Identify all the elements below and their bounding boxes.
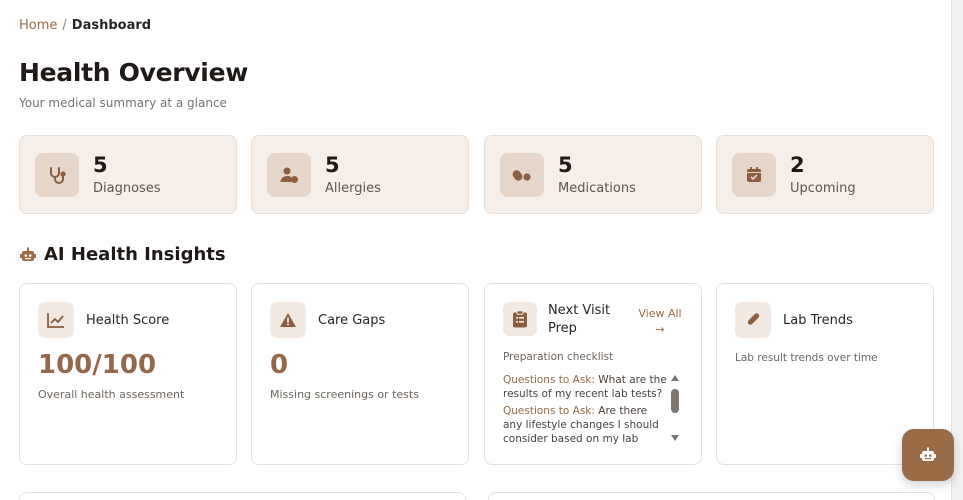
scroll-up-arrow-icon[interactable]	[671, 375, 679, 381]
stat-value: 2	[790, 153, 805, 177]
card-description: Missing screenings or tests	[270, 388, 419, 401]
stat-value: 5	[325, 153, 340, 177]
item-label: Questions to Ask:	[503, 405, 595, 417]
care-gaps-value: 0	[270, 350, 289, 380]
breadcrumb-separator: /	[62, 18, 67, 33]
chart-line-icon	[38, 302, 74, 338]
test-tube-icon	[735, 302, 771, 338]
robot-icon	[20, 247, 36, 261]
stat-label: Allergies	[325, 181, 381, 196]
card-description: Overall health assessment	[38, 388, 185, 401]
card-title: Health Score	[86, 313, 170, 328]
next-visit-prep-card: Next Visit Prep View All → Preparation c…	[484, 283, 702, 465]
stat-value: 5	[558, 153, 573, 177]
robot-icon	[920, 447, 936, 461]
pills-icon	[500, 153, 544, 197]
stat-label: Diagnoses	[93, 181, 161, 196]
care-gaps-card[interactable]: Care Gaps 0 Missing screenings or tests	[251, 283, 469, 465]
page-subtitle: Your medical summary at a glance	[19, 96, 227, 110]
clipboard-list-icon	[503, 302, 537, 336]
card-subtitle: Preparation checklist	[503, 351, 614, 363]
bottom-card-left	[19, 492, 466, 500]
item-label: Questions to Ask:	[503, 374, 595, 386]
stat-card-medications[interactable]: 5 Medications	[484, 135, 702, 214]
view-all-link[interactable]: View All →	[635, 306, 685, 338]
breadcrumb-current: Dashboard	[71, 18, 152, 33]
stat-value: 5	[93, 153, 108, 177]
warning-icon	[270, 302, 306, 338]
health-score-card[interactable]: Health Score 100/100 Overall health asse…	[19, 283, 237, 465]
ai-assistant-button[interactable]	[902, 429, 954, 481]
checklist-scrollbar[interactable]	[670, 375, 680, 445]
ai-insights-heading: AI Health Insights	[19, 244, 226, 265]
health-score-value: 100/100	[38, 350, 157, 380]
main-panel: Home / Dashboard Health Overview Your medi…	[0, 0, 952, 500]
bottom-card-right	[488, 492, 935, 500]
user-allergy-icon	[267, 153, 311, 197]
prep-checklist[interactable]: Questions to Ask: What are the results o…	[503, 373, 667, 447]
card-title: Next Visit Prep	[548, 303, 611, 336]
calendar-check-icon	[732, 153, 776, 197]
stat-label: Upcoming	[790, 181, 856, 196]
stat-label: Medications	[558, 181, 636, 196]
breadcrumb-home-link[interactable]: Home	[19, 18, 57, 33]
list-item: Questions to Ask: What are the results o…	[503, 373, 667, 401]
scroll-thumb[interactable]	[671, 389, 679, 413]
stat-card-upcoming[interactable]: 2 Upcoming	[716, 135, 934, 214]
card-description: Lab result trends over time	[735, 352, 878, 364]
stat-card-diagnoses[interactable]: 5 Diagnoses	[19, 135, 237, 214]
breadcrumb: Home / Dashboard	[19, 18, 151, 33]
scroll-down-arrow-icon[interactable]	[671, 435, 679, 441]
card-title: Care Gaps	[318, 313, 386, 328]
list-item: Questions to Ask: Are there any lifestyl…	[503, 404, 667, 447]
stethoscope-icon	[35, 153, 79, 197]
page-title: Health Overview	[19, 58, 249, 87]
section-title-text: AI Health Insights	[44, 244, 226, 265]
card-title: Lab Trends	[783, 313, 853, 328]
stat-card-allergies[interactable]: 5 Allergies	[251, 135, 469, 214]
